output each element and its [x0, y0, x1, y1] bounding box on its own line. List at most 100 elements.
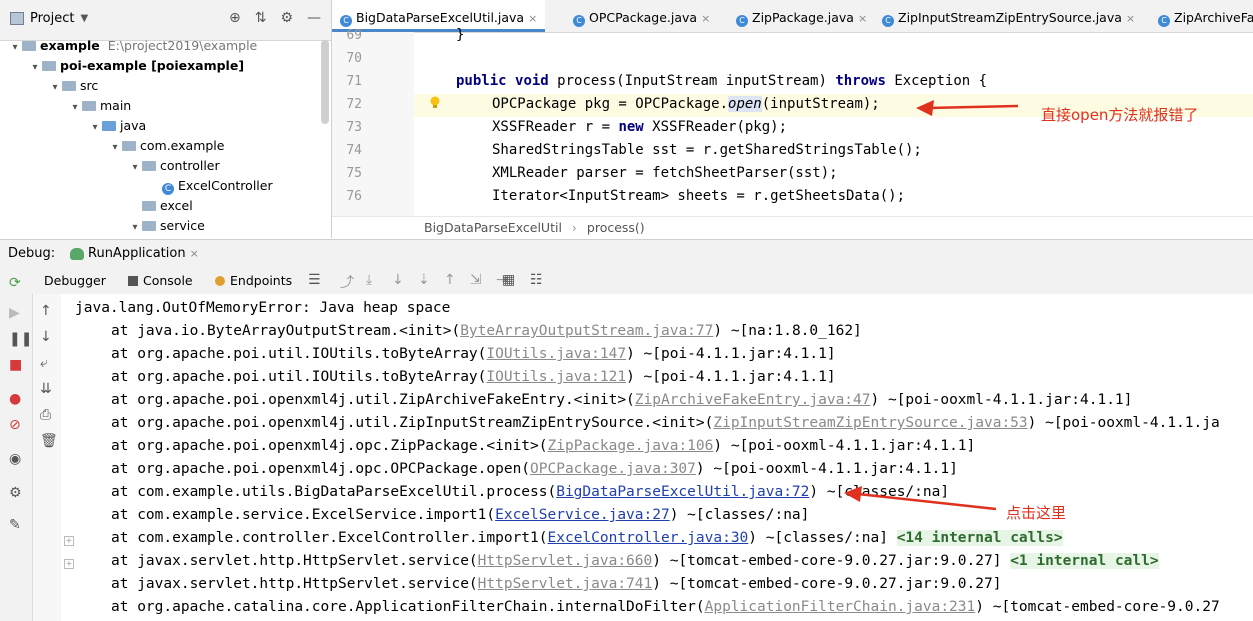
- camera-icon[interactable]: ◉: [9, 452, 21, 466]
- breadcrumb-method[interactable]: process(): [587, 220, 645, 235]
- tree-item[interactable]: ▾ example E:\project2019\example: [0, 36, 331, 56]
- close-icon[interactable]: ×: [858, 12, 867, 25]
- source-link[interactable]: ZipInputStreamZipEntrySource.java:53: [713, 415, 1027, 431]
- run-config-tab[interactable]: RunApplication ×: [70, 246, 199, 261]
- code-line-74[interactable]: SharedStringsTable sst = r.getSharedStri…: [492, 142, 922, 158]
- fold-toggle-icon[interactable]: +: [64, 536, 74, 546]
- down-arrow-icon[interactable]: ↓: [40, 330, 52, 344]
- tab-debugger[interactable]: Debugger: [44, 273, 106, 288]
- step-out-icon[interactable]: ↑: [444, 272, 456, 288]
- lightbulb-icon[interactable]: [429, 96, 441, 110]
- stack-text: ) ~[poi-ooxml-4.1.1.jar:4.1.1]: [713, 438, 976, 454]
- close-icon[interactable]: ×: [1126, 12, 1135, 25]
- show-execution-point-icon[interactable]: ⤴: [340, 272, 354, 292]
- code-line-69[interactable]: }: [456, 27, 464, 43]
- scroll-to-end-icon[interactable]: ⇊: [40, 382, 52, 396]
- menu-icon[interactable]: ☰: [308, 272, 321, 288]
- tree-item[interactable]: excel: [0, 196, 331, 216]
- code-line-71[interactable]: public void process(InputStream inputStr…: [456, 73, 987, 89]
- source-link[interactable]: ByteArrayOutputStream.java:77: [460, 323, 713, 339]
- gear-icon[interactable]: ⚙: [9, 486, 22, 500]
- source-link[interactable]: ZipPackage.java:106: [548, 438, 714, 454]
- tree-item[interactable]: ▾ poi-example [poiexample]: [0, 56, 331, 76]
- chevron-down-icon[interactable]: ▾: [128, 158, 142, 178]
- chevron-down-icon[interactable]: ▾: [88, 118, 102, 138]
- trash-icon[interactable]: 🗑: [40, 434, 58, 448]
- hide-icon[interactable]: —: [307, 10, 321, 26]
- source-link[interactable]: OPCPackage.java:307: [530, 461, 696, 477]
- chevron-down-icon[interactable]: ▾: [68, 98, 82, 118]
- up-arrow-icon[interactable]: ↑: [40, 304, 52, 318]
- internal-calls-badge[interactable]: <14 internal calls>: [896, 530, 1063, 546]
- tree-item[interactable]: ▾ controller: [0, 156, 331, 176]
- editor-tab[interactable]: C ZipInputStreamZipEntrySource.java ×: [874, 0, 1143, 32]
- force-step-into-icon[interactable]: ⇣: [418, 272, 430, 288]
- evaluate-icon[interactable]: ▦: [502, 272, 515, 288]
- soft-wrap-icon[interactable]: ⤶: [40, 356, 48, 370]
- editor-tab[interactable]: C ZipArchiveFa: [1150, 0, 1253, 32]
- gear-icon[interactable]: ⚙: [280, 10, 293, 26]
- fold-toggle-icon[interactable]: +: [64, 559, 74, 569]
- close-icon[interactable]: ×: [528, 12, 537, 25]
- source-link[interactable]: BigDataParseExcelUtil.java:72: [556, 484, 809, 500]
- rerun-icon[interactable]: ⟳: [9, 276, 21, 290]
- code-line-73[interactable]: XSSFReader r = new XSSFReader(pkg);: [492, 119, 787, 135]
- console-output[interactable]: java.lang.OutOfMemoryError: Java heap sp…: [61, 294, 1253, 621]
- source-link[interactable]: IOUtils.java:147: [486, 346, 626, 362]
- tree-item[interactable]: ▾ service: [0, 216, 331, 236]
- tab-endpoints[interactable]: Endpoints: [215, 273, 292, 288]
- editor-tab[interactable]: C OPCPackage.java ×: [565, 0, 718, 32]
- close-icon[interactable]: ×: [701, 12, 710, 25]
- stack-text: at org.apache.poi.openxml4j.opc.ZipPacka…: [111, 438, 548, 454]
- source-link[interactable]: ZipArchiveFakeEntry.java:47: [635, 392, 871, 408]
- stack-text: ) ~[classes/:na]: [809, 484, 950, 500]
- close-icon[interactable]: ×: [190, 247, 199, 260]
- tree-item-label: java: [120, 118, 147, 133]
- source-link[interactable]: ExcelController.java:30: [548, 530, 749, 546]
- chevron-down-icon[interactable]: ▾: [48, 78, 62, 98]
- source-link[interactable]: ExcelService.java:27: [495, 507, 670, 523]
- tree-item[interactable]: ▾ main: [0, 96, 331, 116]
- pause-icon[interactable]: ❚❚: [9, 332, 32, 346]
- code-line-75[interactable]: XMLReader parser = fetchSheetParser(sst)…: [492, 165, 838, 181]
- stop-icon[interactable]: ■: [9, 358, 22, 372]
- tab-label: Debugger: [44, 273, 106, 288]
- step-into-icon[interactable]: ↓: [392, 272, 404, 288]
- source-link[interactable]: IOUtils.java:121: [486, 369, 626, 385]
- mute-breakpoints-icon[interactable]: ⊘: [9, 418, 21, 432]
- line-number: 74: [346, 143, 362, 158]
- step-over-icon[interactable]: ⤓: [366, 272, 372, 288]
- tree-item-label: src: [80, 78, 99, 93]
- source-link[interactable]: HttpServlet.java:660: [478, 553, 653, 569]
- source-link[interactable]: ApplicationFilterChain.java:231: [705, 599, 976, 615]
- chevron-down-icon[interactable]: ▾: [108, 138, 122, 158]
- view-breakpoints-icon[interactable]: ●: [9, 392, 21, 406]
- chevron-down-icon[interactable]: ▾: [8, 38, 22, 58]
- collapse-all-icon[interactable]: ⇅: [255, 10, 267, 26]
- tree-scrollbar[interactable]: [321, 40, 329, 124]
- project-view-selector[interactable]: Project ▼: [10, 11, 88, 26]
- tree-item-label: excel: [160, 198, 193, 213]
- tree-item[interactable]: ▾ java: [0, 116, 331, 136]
- code-line-76[interactable]: Iterator<InputStream> sheets = r.getShee…: [492, 188, 905, 204]
- tab-console[interactable]: Console: [128, 273, 193, 288]
- breadcrumb-separator: ›: [571, 220, 577, 235]
- tree-item[interactable]: ▾ src: [0, 76, 331, 96]
- tree-item[interactable]: C ExcelController: [0, 176, 331, 196]
- code-line-72[interactable]: OPCPackage pkg = OPCPackage.open(inputSt…: [492, 96, 880, 112]
- source-link[interactable]: HttpServlet.java:741: [478, 576, 653, 592]
- pin-icon[interactable]: ✎: [9, 518, 21, 532]
- editor-tab[interactable]: C BigDataParseExcelUtil.java ×: [332, 0, 546, 32]
- internal-calls-badge[interactable]: <1 internal call>: [1010, 553, 1159, 569]
- trace-icon[interactable]: ☷: [530, 272, 543, 288]
- chevron-down-icon[interactable]: ▾: [28, 58, 42, 78]
- tree-item[interactable]: ▾ com.example: [0, 136, 331, 156]
- drop-frame-icon[interactable]: ⇲: [470, 272, 482, 288]
- resume-icon[interactable]: ▶: [9, 306, 20, 320]
- editor-tab[interactable]: C ZipPackage.java ×: [728, 0, 875, 32]
- print-icon[interactable]: ⎙: [40, 408, 51, 422]
- stack-trace-line: at java.io.ByteArrayOutputStream.<init>(…: [111, 323, 862, 339]
- breadcrumb-class[interactable]: BigDataParseExcelUtil: [424, 220, 562, 235]
- chevron-down-icon[interactable]: ▾: [128, 218, 142, 238]
- locate-icon[interactable]: ⊕: [229, 10, 241, 26]
